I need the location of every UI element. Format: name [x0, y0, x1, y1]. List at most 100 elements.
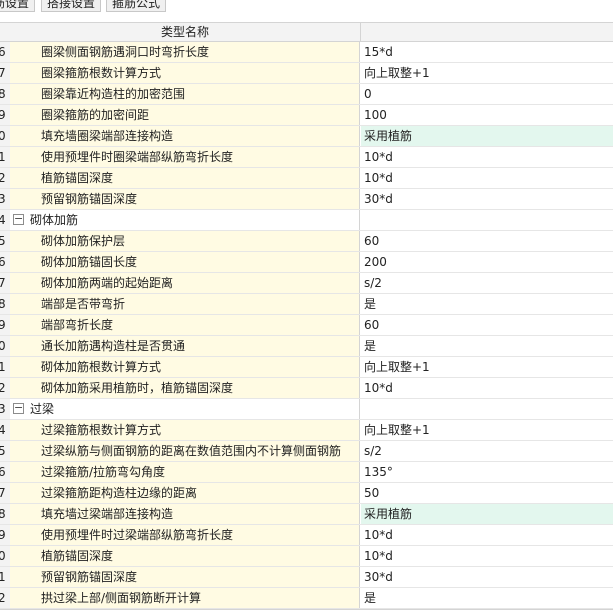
property-value-cell[interactable]: 10*d: [361, 168, 613, 188]
property-row[interactable]: 9圈梁箍筋的加密间距100: [0, 105, 613, 126]
property-row[interactable]: 9使用预埋件时过梁端部纵筋弯折长度10*d: [0, 525, 613, 546]
property-name-cell[interactable]: 填充墙过梁端部连接构造: [10, 504, 360, 524]
property-value-cell[interactable]: 135°: [361, 462, 613, 482]
property-name: 砌体加筋根数计算方式: [41, 360, 162, 374]
property-name-cell[interactable]: 砌体加筋根数计算方式: [10, 357, 360, 377]
property-name-cell[interactable]: 使用预埋件时圈梁端部纵筋弯折长度: [10, 147, 360, 167]
property-row[interactable]: 5砌体加筋保护层60: [0, 231, 613, 252]
property-row[interactable]: 5过梁纵筋与侧面钢筋的距离在数值范围内不计算侧面钢筋s/2: [0, 441, 613, 462]
property-row[interactable]: 7过梁箍筋距构造柱边缘的距离50: [0, 483, 613, 504]
property-name: 填充墙圈梁端部连接构造: [41, 129, 174, 143]
column-divider: [360, 23, 361, 41]
property-name-cell[interactable]: 过梁箍筋根数计算方式: [10, 420, 360, 440]
property-row[interactable]: 2拱过梁上部/侧面钢筋断开计算是: [0, 588, 613, 609]
property-name: 砌体加筋保护层: [41, 234, 126, 248]
property-name-cell[interactable]: 端部弯折长度: [10, 315, 360, 335]
property-name: 砌体加筋锚固长度: [41, 255, 138, 269]
property-name-cell[interactable]: − 过梁: [10, 399, 360, 419]
property-value-cell[interactable]: 采用植筋: [361, 504, 613, 524]
property-row[interactable]: 6圈梁侧面钢筋遇洞口时弯折长度15*d: [0, 42, 613, 63]
property-name: 圈梁侧面钢筋遇洞口时弯折长度: [41, 45, 210, 59]
property-name: 植筋锚固深度: [41, 549, 114, 563]
property-name-cell[interactable]: 圈梁侧面钢筋遇洞口时弯折长度: [10, 42, 360, 62]
property-value-cell[interactable]: 15*d: [361, 42, 613, 62]
property-value-cell[interactable]: 60: [361, 315, 613, 335]
property-value-cell[interactable]: s/2: [361, 441, 613, 461]
property-value-cell[interactable]: 30*d: [361, 567, 613, 587]
property-row[interactable]: 8填充墙过梁端部连接构造采用植筋: [0, 504, 613, 525]
property-name-cell[interactable]: 过梁纵筋与侧面钢筋的距离在数值范围内不计算侧面钢筋: [10, 441, 360, 461]
property-name: 圈梁箍筋的加密间距: [41, 108, 150, 122]
property-row[interactable]: 8圈梁靠近构造柱的加密范围0: [0, 84, 613, 105]
tab-rebar-settings[interactable]: 筋设置: [0, 0, 36, 12]
property-name: 砌体加筋两端的起始距离: [41, 276, 174, 290]
property-name-cell[interactable]: 植筋锚固深度: [10, 168, 360, 188]
property-value-cell[interactable]: s/2: [361, 273, 613, 293]
property-value-cell[interactable]: 10*d: [361, 525, 613, 545]
collapse-minus-icon[interactable]: −: [13, 402, 24, 414]
grid-body: 6圈梁侧面钢筋遇洞口时弯折长度15*d7圈梁箍筋根数计算方式向上取整+18圈梁靠…: [0, 42, 613, 609]
property-value-cell[interactable]: 200: [361, 252, 613, 272]
property-name-cell[interactable]: 过梁箍筋/拉筋弯勾角度: [10, 462, 360, 482]
property-name: 植筋锚固深度: [41, 171, 114, 185]
property-name-cell[interactable]: 砌体加筋两端的起始距离: [10, 273, 360, 293]
property-name-cell[interactable]: − 砌体加筋: [10, 210, 360, 230]
property-row[interactable]: 0填充墙圈梁端部连接构造采用植筋: [0, 126, 613, 147]
property-row[interactable]: 2植筋锚固深度10*d: [0, 168, 613, 189]
property-value-cell[interactable]: 采用植筋: [361, 126, 613, 146]
property-row[interactable]: 6砌体加筋锚固长度200: [0, 252, 613, 273]
collapse-minus-icon[interactable]: −: [13, 213, 24, 225]
property-value-cell[interactable]: 向上取整+1: [361, 63, 613, 83]
property-name-cell[interactable]: 砌体加筋锚固长度: [10, 252, 360, 272]
property-row[interactable]: 9端部弯折长度60: [0, 315, 613, 336]
property-row[interactable]: 7砌体加筋两端的起始距离s/2: [0, 273, 613, 294]
property-name-cell[interactable]: 拱过梁上部/侧面钢筋断开计算: [10, 588, 360, 608]
property-row[interactable]: 0通长加筋遇构造柱是否贯通是: [0, 336, 613, 357]
property-row[interactable]: 3预留钢筋锚固深度30*d: [0, 189, 613, 210]
tab-stirrup-formula[interactable]: 箍筋公式: [106, 0, 167, 12]
property-value-cell[interactable]: 10*d: [361, 378, 613, 398]
property-name: 圈梁箍筋根数计算方式: [41, 66, 162, 80]
property-name-cell[interactable]: 过梁箍筋距构造柱边缘的距离: [10, 483, 360, 503]
property-row[interactable]: 1预留钢筋锚固深度30*d: [0, 567, 613, 588]
property-name-cell[interactable]: 通长加筋遇构造柱是否贯通: [10, 336, 360, 356]
property-name-cell[interactable]: 端部是否带弯折: [10, 294, 360, 314]
property-row[interactable]: 1使用预埋件时圈梁端部纵筋弯折长度10*d: [0, 147, 613, 168]
property-value-cell[interactable]: 是: [361, 294, 613, 314]
property-name-cell[interactable]: 砌体加筋保护层: [10, 231, 360, 251]
property-name-cell[interactable]: 预留钢筋锚固深度: [10, 567, 360, 587]
property-name: 预留钢筋锚固深度: [41, 192, 138, 206]
property-value-cell[interactable]: 50: [361, 483, 613, 503]
tab-lap-settings[interactable]: 搭接设置: [41, 0, 102, 12]
property-value-cell[interactable]: 向上取整+1: [361, 357, 613, 377]
property-row[interactable]: 2砌体加筋采用植筋时，植筋锚固深度10*d: [0, 378, 613, 399]
group-row[interactable]: 4−砌体加筋: [0, 210, 613, 231]
property-value-cell[interactable]: 30*d: [361, 189, 613, 209]
property-row[interactable]: 1砌体加筋根数计算方式向上取整+1: [0, 357, 613, 378]
property-value-cell[interactable]: 是: [361, 588, 613, 608]
property-value-cell[interactable]: 60: [361, 231, 613, 251]
property-value-cell[interactable]: 10*d: [361, 546, 613, 566]
property-row[interactable]: 7圈梁箍筋根数计算方式向上取整+1: [0, 63, 613, 84]
column-header-type-name: 类型名称: [160, 25, 209, 39]
property-value-cell[interactable]: 100: [361, 105, 613, 125]
property-name-cell[interactable]: 填充墙圈梁端部连接构造: [10, 126, 360, 146]
property-name-cell[interactable]: 圈梁靠近构造柱的加密范围: [10, 84, 360, 104]
property-name-cell[interactable]: 使用预埋件时过梁端部纵筋弯折长度: [10, 525, 360, 545]
property-value-cell[interactable]: [361, 399, 613, 419]
property-value-cell[interactable]: 0: [361, 84, 613, 104]
property-name-cell[interactable]: 植筋锚固深度: [10, 546, 360, 566]
property-row[interactable]: 0植筋锚固深度10*d: [0, 546, 613, 567]
property-name-cell[interactable]: 预留钢筋锚固深度: [10, 189, 360, 209]
property-name-cell[interactable]: 圈梁箍筋根数计算方式: [10, 63, 360, 83]
property-value-cell[interactable]: [361, 210, 613, 230]
property-value-cell[interactable]: 是: [361, 336, 613, 356]
property-row[interactable]: 4过梁箍筋根数计算方式向上取整+1: [0, 420, 613, 441]
property-name-cell[interactable]: 圈梁箍筋的加密间距: [10, 105, 360, 125]
property-value-cell[interactable]: 10*d: [361, 147, 613, 167]
property-row[interactable]: 8端部是否带弯折是: [0, 294, 613, 315]
property-value-cell[interactable]: 向上取整+1: [361, 420, 613, 440]
property-name-cell[interactable]: 砌体加筋采用植筋时，植筋锚固深度: [10, 378, 360, 398]
group-row[interactable]: 3−过梁: [0, 399, 613, 420]
property-row[interactable]: 6过梁箍筋/拉筋弯勾角度135°: [0, 462, 613, 483]
